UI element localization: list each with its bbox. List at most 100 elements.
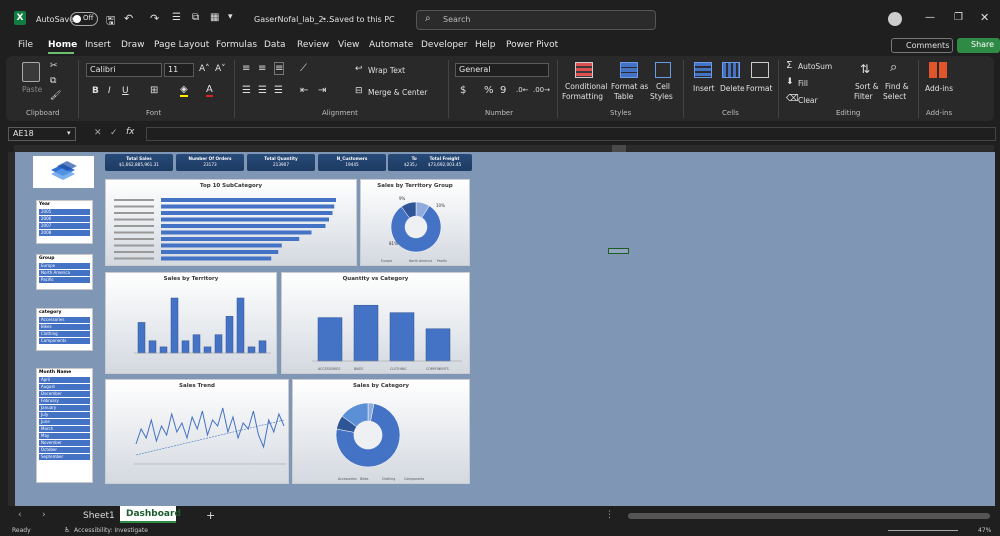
slicer-item[interactable]: November: [39, 440, 90, 446]
form-icon[interactable]: ☰: [172, 12, 181, 23]
find-select-button[interactable]: Find &: [885, 82, 909, 91]
year-slicer[interactable]: Year 2005 2006 2007 2008: [36, 200, 93, 244]
redo-icon[interactable]: ↷: [150, 12, 159, 25]
format-cells-button[interactable]: Format: [746, 84, 772, 93]
slicer-item[interactable]: Europe: [39, 263, 90, 269]
save-status[interactable]: • Saved to this PC: [322, 15, 395, 24]
slicer-item[interactable]: 2005: [39, 209, 90, 215]
sales-by-category-chart[interactable]: Sales by Category Accessories Bikes Clothi…: [292, 379, 470, 484]
slicer-item[interactable]: June: [39, 419, 90, 425]
menu-automate[interactable]: Automate: [369, 40, 413, 50]
number-format-select[interactable]: General: [455, 63, 549, 77]
accessibility-status[interactable]: Accessibility: Investigate: [74, 527, 148, 534]
more-options-icon[interactable]: ⋮: [605, 510, 614, 520]
paste-button[interactable]: Paste: [22, 85, 42, 94]
row-headers[interactable]: [8, 152, 15, 506]
outdent-icon[interactable]: ⇥: [318, 85, 326, 96]
slicer-item[interactable]: North America: [39, 270, 90, 276]
align-right-icon[interactable]: ☰: [274, 85, 283, 96]
align-left-icon[interactable]: ☰: [242, 85, 251, 96]
prev-sheet-icon[interactable]: ‹: [18, 510, 22, 520]
bold-icon[interactable]: B: [92, 86, 99, 96]
next-sheet-icon[interactable]: ›: [42, 510, 46, 520]
dashboard-sheet[interactable]: Total Sales $1,662,885,961.31 Number Of O…: [15, 152, 995, 506]
slicer-item[interactable]: May: [39, 433, 90, 439]
underline-icon[interactable]: U: [122, 86, 129, 96]
font-color-icon[interactable]: A: [206, 84, 213, 97]
slicer-item[interactable]: July: [39, 412, 90, 418]
align-top-icon[interactable]: ≡: [242, 63, 250, 74]
menu-home[interactable]: Home: [48, 40, 77, 50]
autosave-toggle[interactable]: Off: [70, 12, 98, 26]
fill-color-icon[interactable]: ◈: [180, 84, 188, 97]
horizontal-scrollbar[interactable]: [628, 513, 990, 519]
sales-by-territory-chart[interactable]: Sales by Territory: [105, 272, 277, 374]
save-icon[interactable]: 🖫: [106, 12, 115, 31]
indent-icon[interactable]: ⇤: [300, 85, 308, 96]
search-box[interactable]: ⌕ Search: [416, 10, 656, 30]
slicer-item[interactable]: September: [39, 454, 90, 460]
cell-styles-icon[interactable]: [655, 62, 671, 78]
percent-icon[interactable]: %: [484, 85, 494, 96]
share-button[interactable]: Share: [957, 38, 1000, 53]
restore-icon[interactable]: ❐: [954, 12, 963, 23]
conditional-formatting-button-line2[interactable]: Formatting: [562, 92, 603, 101]
slicer-item[interactable]: Clothing: [39, 331, 90, 337]
slicer-item[interactable]: January: [39, 405, 90, 411]
decrease-font-icon[interactable]: A˅: [215, 64, 226, 74]
cut-icon[interactable]: ✂: [50, 61, 58, 71]
delete-cells-icon[interactable]: [722, 62, 740, 78]
close-icon[interactable]: ✕: [980, 11, 989, 24]
comments-button[interactable]: Comments: [891, 38, 953, 53]
slicer-item[interactable]: October: [39, 447, 90, 453]
borders-icon[interactable]: ⊞: [150, 85, 158, 96]
currency-icon[interactable]: $: [460, 85, 466, 96]
insert-cells-button[interactable]: Insert: [693, 84, 715, 93]
menu-page-layout[interactable]: Page Layout: [154, 40, 209, 50]
menu-formulas[interactable]: Formulas: [216, 40, 257, 50]
autosum-button[interactable]: AutoSum: [798, 62, 832, 71]
calculator-icon[interactable]: ▦: [210, 12, 219, 23]
comma-icon[interactable]: 9: [500, 85, 506, 96]
fill-button[interactable]: Fill: [798, 79, 808, 88]
align-bottom-icon[interactable]: ≡: [274, 62, 285, 75]
add-ins-button[interactable]: Add-ins: [925, 84, 953, 93]
sort-filter-button[interactable]: Sort &: [855, 82, 879, 91]
selected-cell[interactable]: [608, 248, 629, 254]
zoom-slider[interactable]: [888, 530, 958, 531]
slicer-item[interactable]: December: [39, 391, 90, 397]
slicer-item[interactable]: Components: [39, 338, 90, 344]
menu-developer[interactable]: Developer: [421, 40, 467, 50]
enter-icon[interactable]: ✓: [110, 128, 118, 138]
slicer-item[interactable]: March: [39, 426, 90, 432]
italic-icon[interactable]: I: [108, 86, 111, 96]
merge-center-button[interactable]: Merge & Center: [368, 88, 427, 97]
cell-styles-button[interactable]: Cell: [656, 82, 670, 91]
format-as-table-icon[interactable]: [620, 62, 638, 78]
cancel-icon[interactable]: ✕: [94, 128, 102, 138]
cell-styles-button-line2[interactable]: Styles: [650, 92, 673, 101]
group-slicer[interactable]: Group Europe North America Pacific: [36, 254, 93, 290]
slicer-item[interactable]: February: [39, 398, 90, 404]
top10-subcategory-chart[interactable]: Top 10 SubCategory: [105, 179, 357, 266]
increase-font-icon[interactable]: A˄: [199, 64, 210, 74]
sort-filter-button-line2[interactable]: Filter: [854, 92, 873, 101]
font-name-select[interactable]: Calibri: [86, 63, 162, 77]
slicer-item[interactable]: April: [39, 377, 90, 383]
column-headers[interactable]: [14, 145, 994, 152]
slicer-item[interactable]: 2006: [39, 216, 90, 222]
menu-draw[interactable]: Draw: [121, 40, 145, 50]
menu-review[interactable]: Review: [297, 40, 329, 50]
format-as-table-button-line2[interactable]: Table: [614, 92, 633, 101]
orientation-icon[interactable]: ⟋: [300, 63, 307, 74]
slicer-item[interactable]: Pacific: [39, 277, 90, 283]
find-select-button-line2[interactable]: Select: [883, 92, 906, 101]
paste-icon[interactable]: [22, 62, 40, 82]
decrease-decimal-icon[interactable]: .00→: [533, 86, 550, 94]
insert-function-icon[interactable]: fx: [126, 127, 135, 137]
add-ins-icon[interactable]: [929, 62, 947, 78]
align-center-icon[interactable]: ☰: [258, 85, 267, 96]
category-slicer[interactable]: category Accessories Bikes Clothing Compone…: [36, 308, 93, 351]
avatar[interactable]: [888, 12, 902, 26]
sales-trend-chart[interactable]: Sales Trend: [105, 379, 289, 484]
